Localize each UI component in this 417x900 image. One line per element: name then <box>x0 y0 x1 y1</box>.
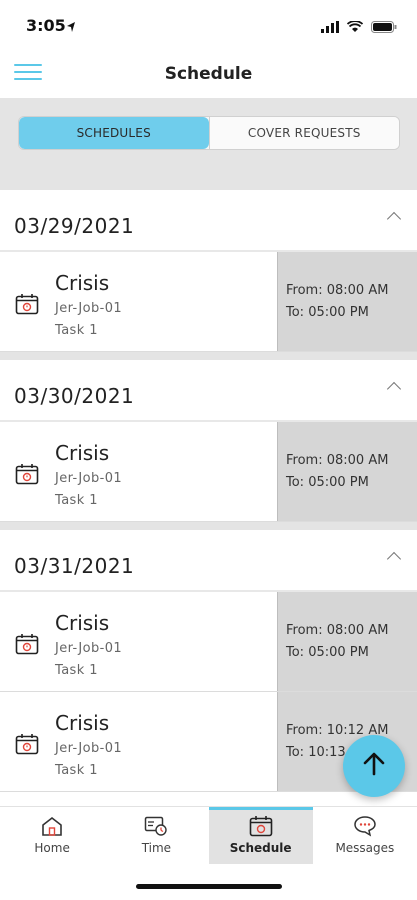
time-from: From: 08:00 AM <box>286 453 389 468</box>
tab-home[interactable]: Home <box>0 807 104 864</box>
chevron-up-icon[interactable] <box>386 381 402 397</box>
date-label: 03/31/2021 <box>14 554 135 578</box>
tab-label: Time <box>141 841 172 855</box>
time-to: To: 05:00 PM <box>286 475 369 490</box>
schedules-tab[interactable]: SCHEDULES <box>19 117 209 149</box>
date-label: 03/29/2021 <box>14 214 135 238</box>
cover-requests-tab[interactable]: COVER REQUESTS <box>208 117 399 149</box>
calendar-icon <box>15 293 39 315</box>
shift-title: Crisis <box>55 711 110 735</box>
time-to: To: 10:13 <box>286 745 346 760</box>
calendar-icon <box>15 733 39 755</box>
segment-area: SCHEDULES COVER REQUESTS <box>0 98 417 188</box>
shift-row[interactable]: Crisis Jer-Job-01 Task 1 From: 08:00 AM … <box>0 422 417 522</box>
segment-control: SCHEDULES COVER REQUESTS <box>18 116 400 150</box>
calendar-icon <box>15 463 39 485</box>
time-to: To: 05:00 PM <box>286 645 369 660</box>
timecard-icon <box>144 815 168 837</box>
home-indicator <box>136 884 282 889</box>
shift-job: Jer-Job-01 <box>55 641 123 656</box>
chevron-up-icon[interactable] <box>386 551 402 567</box>
shift-title: Crisis <box>55 611 110 635</box>
shift-row[interactable]: Crisis Jer-Job-01 Task 1 From: 08:00 AM … <box>0 252 417 352</box>
status-time: 3:05 <box>26 16 66 35</box>
date-header[interactable]: 03/30/2021 <box>0 358 417 422</box>
date-header[interactable]: 03/31/2021 <box>0 528 417 592</box>
shift-time-cell: From: 08:00 AM To: 05:00 PM <box>278 422 417 521</box>
date-label: 03/30/2021 <box>14 384 135 408</box>
location-arrow-icon <box>66 18 76 37</box>
shift-task: Task 1 <box>55 323 98 338</box>
time-to: To: 05:00 PM <box>286 305 369 320</box>
shift-job: Jer-Job-01 <box>55 471 123 486</box>
schedule-list[interactable]: 03/29/2021 Crisis Jer-Job-01 Task 1 From… <box>0 188 417 806</box>
shift-task: Task 1 <box>55 493 98 508</box>
tab-schedule[interactable]: Schedule <box>208 807 313 864</box>
shift-time-cell: From: 08:00 AM To: 05:00 PM <box>278 592 417 691</box>
shift-task: Task 1 <box>55 663 98 678</box>
page-title: Schedule <box>164 64 253 84</box>
calendar-icon <box>15 633 39 655</box>
nav-bar: Schedule <box>0 50 417 98</box>
tab-label: Messages <box>335 841 395 855</box>
home-icon <box>40 815 64 837</box>
tab-label: Schedule <box>229 841 292 855</box>
shift-job: Jer-Job-01 <box>55 741 123 756</box>
time-from: From: 08:00 AM <box>286 623 389 638</box>
status-bar: 3:05 <box>0 0 417 50</box>
tab-messages[interactable]: Messages <box>313 807 417 864</box>
signal-icon <box>321 18 339 37</box>
tab-time[interactable]: Time <box>104 807 208 864</box>
shift-row[interactable]: Crisis Jer-Job-01 Task 1 From: 08:00 AM … <box>0 592 417 692</box>
shift-title: Crisis <box>55 271 110 295</box>
chat-icon <box>353 815 377 837</box>
shift-task: Task 1 <box>55 763 98 778</box>
chevron-up-icon[interactable] <box>386 211 402 227</box>
date-header[interactable]: 03/29/2021 <box>0 188 417 252</box>
arrow-up-icon <box>361 751 387 781</box>
shift-job: Jer-Job-01 <box>55 301 123 316</box>
wifi-icon <box>346 18 364 37</box>
time-from: From: 08:00 AM <box>286 283 389 298</box>
tab-label: Home <box>34 841 70 855</box>
scroll-to-top-button[interactable] <box>343 735 405 797</box>
battery-icon <box>371 18 397 37</box>
tab-bar: Home Time Schedule Messages <box>0 806 417 864</box>
shift-time-cell: From: 08:00 AM To: 05:00 PM <box>278 252 417 351</box>
shift-title: Crisis <box>55 441 110 465</box>
calendar-icon <box>249 815 273 837</box>
